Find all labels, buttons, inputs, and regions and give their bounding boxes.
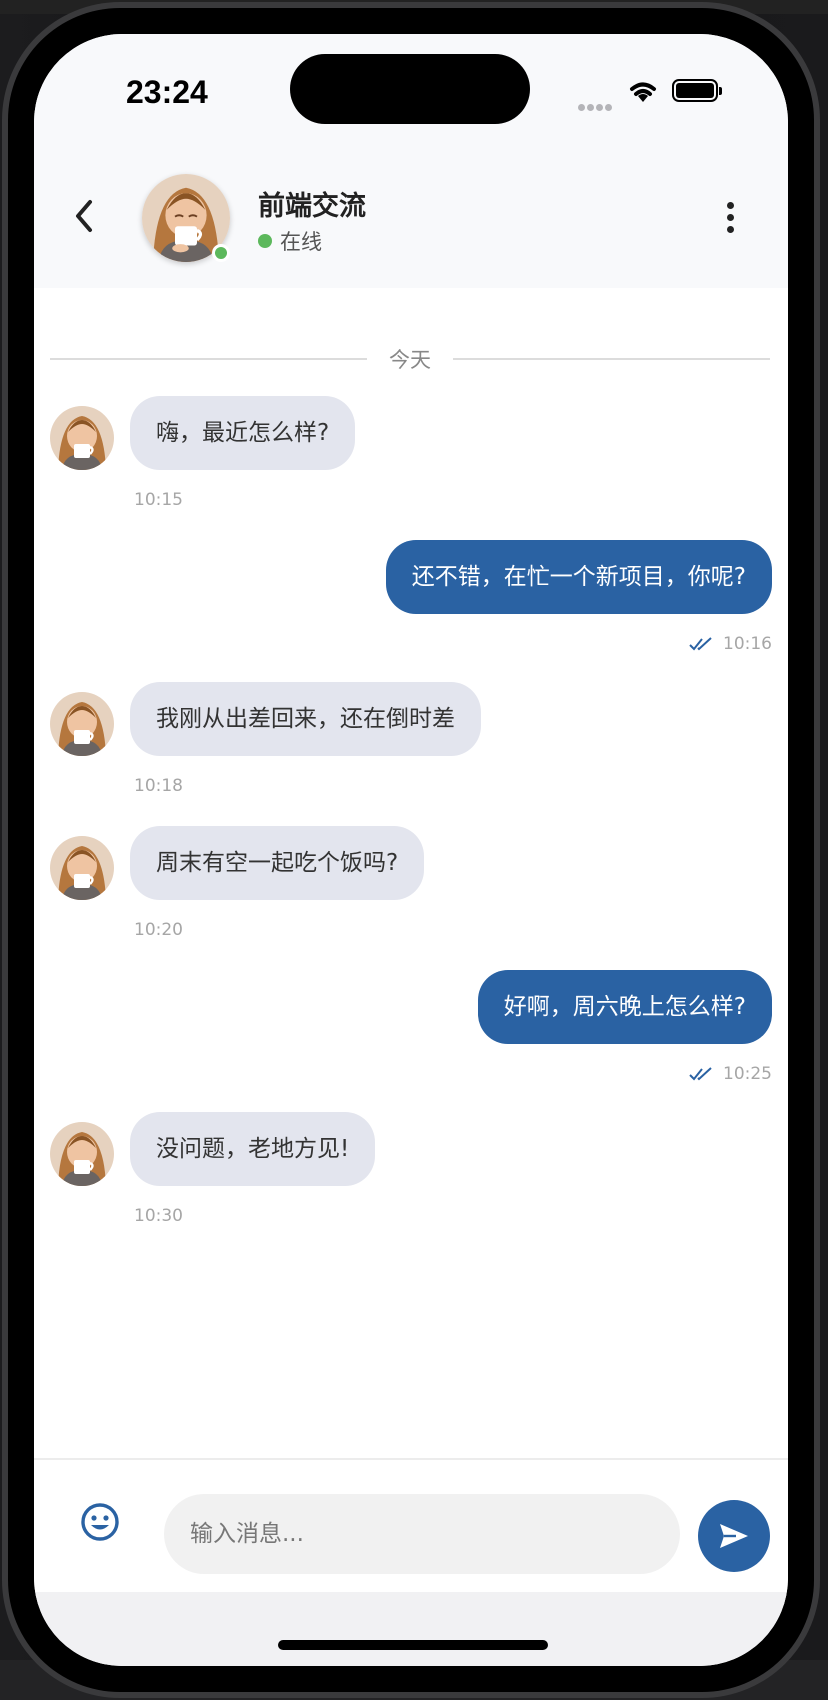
message-row: 好啊，周六晚上怎么样? 10:25 bbox=[172, 970, 772, 1090]
message-time: 10:18 bbox=[134, 776, 183, 796]
sender-avatar[interactable] bbox=[50, 692, 114, 756]
more-options-button[interactable] bbox=[724, 202, 736, 238]
sender-avatar[interactable] bbox=[50, 406, 114, 470]
chat-status-text: 在线 bbox=[280, 230, 322, 254]
read-receipt-icon bbox=[689, 1067, 712, 1081]
phone-frame: 23:24 前端交流 在线 今天 嗨，最近怎么样? 10:15 还不错，在忙一个… bbox=[2, 2, 820, 1698]
battery-icon bbox=[672, 79, 722, 102]
message-bubble[interactable]: 周末有空一起吃个饭吗? bbox=[130, 826, 425, 900]
send-button[interactable] bbox=[698, 1500, 770, 1572]
cellular-signal-icon bbox=[578, 96, 614, 115]
message-meta: 10:25 bbox=[689, 1064, 772, 1084]
message-time: 10:16 bbox=[723, 634, 772, 654]
chat-title: 前端交流 bbox=[258, 191, 366, 222]
chat-header: 23:24 前端交流 在线 bbox=[34, 34, 788, 288]
home-area bbox=[34, 1592, 788, 1666]
message-time: 10:25 bbox=[723, 1064, 772, 1084]
message-bubble[interactable]: 没问题，老地方见! bbox=[130, 1112, 376, 1186]
status-time: 23:24 bbox=[126, 74, 208, 110]
message-time: 10:30 bbox=[134, 1206, 183, 1226]
back-button[interactable] bbox=[70, 196, 98, 236]
phone-bezel: 23:24 前端交流 在线 今天 嗨，最近怎么样? 10:15 还不错，在忙一个… bbox=[8, 8, 814, 1692]
more-vertical-icon bbox=[726, 202, 734, 209]
date-divider-label: 今天 bbox=[389, 348, 431, 372]
online-dot-icon bbox=[258, 234, 272, 248]
home-indicator[interactable] bbox=[278, 1640, 548, 1650]
message-time: 10:20 bbox=[134, 920, 183, 940]
message-row: 周末有空一起吃个饭吗? 10:20 bbox=[50, 826, 550, 946]
wifi-icon bbox=[630, 82, 656, 102]
woman-drinking-coffee-avatar-icon bbox=[50, 1122, 114, 1186]
woman-drinking-coffee-avatar-icon bbox=[50, 836, 114, 900]
message-meta: 10:16 bbox=[689, 634, 772, 654]
date-divider: 今天 bbox=[50, 344, 770, 374]
message-row: 没问题，老地方见! 10:30 bbox=[50, 1112, 550, 1232]
phone-screen: 23:24 前端交流 在线 今天 嗨，最近怎么样? 10:15 还不错，在忙一个… bbox=[34, 34, 788, 1666]
message-row: 还不错，在忙一个新项目，你呢? 10:16 bbox=[172, 540, 772, 660]
chat-status: 在线 bbox=[258, 226, 322, 256]
message-bubble[interactable]: 嗨，最近怎么样? bbox=[130, 396, 356, 470]
send-icon bbox=[720, 1524, 748, 1548]
read-receipt-icon bbox=[689, 637, 712, 651]
sender-avatar[interactable] bbox=[50, 1122, 114, 1186]
woman-drinking-coffee-avatar-icon bbox=[50, 406, 114, 470]
sender-avatar[interactable] bbox=[50, 836, 114, 900]
message-bubble[interactable]: 我刚从出差回来，还在倒时差 bbox=[130, 682, 481, 756]
message-row: 嗨，最近怎么样? 10:15 bbox=[50, 396, 450, 516]
message-input-bar bbox=[34, 1458, 788, 1592]
message-bubble[interactable]: 好啊，周六晚上怎么样? bbox=[477, 970, 772, 1044]
message-input[interactable] bbox=[164, 1494, 680, 1574]
message-time: 10:15 bbox=[134, 490, 183, 510]
woman-drinking-coffee-avatar-icon bbox=[50, 692, 114, 756]
dynamic-island bbox=[290, 54, 530, 124]
online-indicator bbox=[212, 244, 230, 262]
message-row: 我刚从出差回来，还在倒时差 10:18 bbox=[50, 682, 550, 802]
emoji-button[interactable] bbox=[80, 1502, 120, 1542]
message-bubble[interactable]: 还不错，在忙一个新项目，你呢? bbox=[385, 540, 772, 614]
